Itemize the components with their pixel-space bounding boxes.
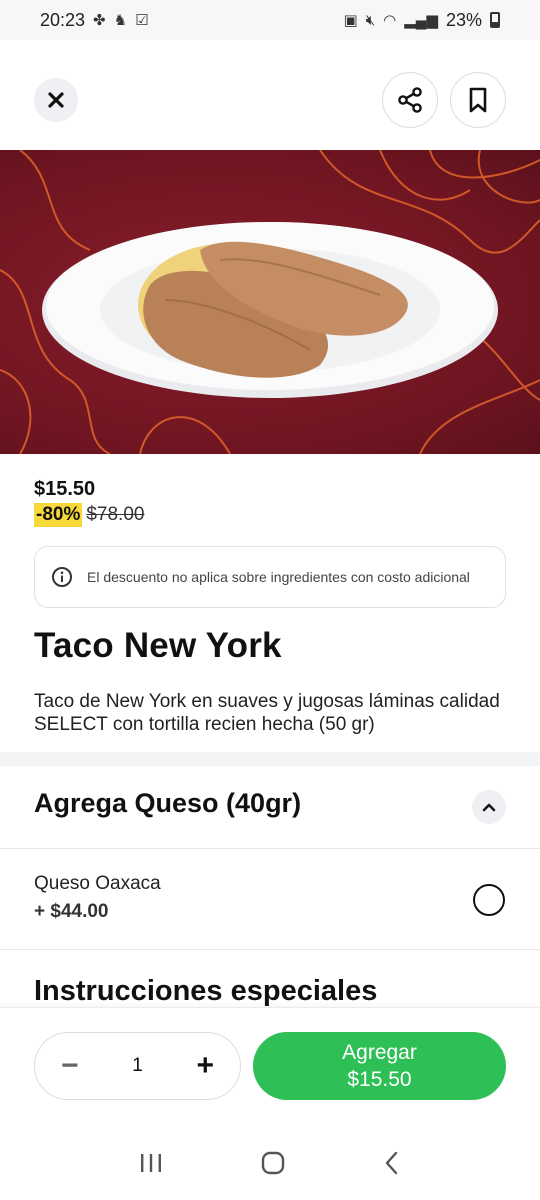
add-button-price: $15.50 [347, 1068, 412, 1091]
product-description: Taco de New York en suaves y jugosas lám… [34, 691, 500, 735]
discount-badge: -80% [34, 503, 83, 527]
system-nav-bar [0, 1125, 540, 1200]
share-icon [398, 87, 422, 113]
divider [0, 949, 540, 950]
collapse-section-button[interactable] [472, 790, 506, 824]
back-icon[interactable] [382, 1150, 402, 1176]
mute-icon: 🔇︎ [365, 11, 376, 29]
close-icon [48, 92, 64, 108]
notification-icon: ♞ [113, 12, 128, 29]
pinwheel-icon: ✤ [93, 12, 106, 29]
add-to-cart-button[interactable]: Agregar $15.50 [253, 1032, 506, 1100]
option-name: Queso Oaxaca [34, 873, 161, 894]
discount-notice: El descuento no aplica sobre ingrediente… [34, 546, 506, 608]
home-icon[interactable] [260, 1150, 286, 1176]
signal-icon: ▂▄▆ [404, 12, 438, 29]
recent-apps-icon[interactable] [138, 1151, 164, 1175]
original-price: $78.00 [86, 504, 145, 525]
add-to-cart-bar: − 1 + Agregar $15.50 [0, 1007, 540, 1125]
bookmark-button[interactable] [450, 72, 506, 128]
addon-section-title: Agrega Queso (40gr) [34, 788, 302, 818]
info-icon [52, 567, 72, 587]
bookmark-icon [469, 87, 487, 113]
increase-quantity-button[interactable]: + [196, 1051, 214, 1081]
battery-icon [490, 12, 500, 28]
notice-text: El descuento no aplica sobre ingrediente… [87, 568, 470, 585]
divider [0, 848, 540, 849]
wifi-icon: ◠ [383, 12, 397, 29]
decrease-quantity-button[interactable]: − [61, 1051, 79, 1081]
taco-illustration [0, 150, 540, 454]
product-price: $15.50 [34, 478, 96, 500]
battery-saver-icon: ▣ [343, 12, 358, 29]
section-divider [0, 752, 540, 766]
close-button[interactable] [34, 78, 78, 122]
chevron-up-icon [482, 803, 496, 812]
quantity-stepper: − 1 + [34, 1032, 241, 1100]
discount-row: -80% $78.00 [34, 503, 144, 527]
add-button-label: Agregar [342, 1041, 417, 1064]
status-time: 20:23 [40, 9, 86, 30]
special-instructions-title: Instrucciones especiales [34, 975, 378, 1007]
product-image [0, 150, 540, 454]
quantity-value: 1 [132, 1055, 143, 1076]
option-radio[interactable] [473, 884, 505, 916]
battery-percent: 23% [445, 9, 482, 30]
option-price: + $44.00 [34, 901, 109, 922]
product-title: Taco New York [34, 626, 282, 665]
status-bar: 20:23 ✤ ♞ ☑ ▣ 🔇︎ ◠ ▂▄▆ 23% [0, 0, 540, 40]
top-action-bar [0, 40, 540, 150]
check-box-icon: ☑ [135, 12, 149, 29]
share-button[interactable] [382, 72, 438, 128]
